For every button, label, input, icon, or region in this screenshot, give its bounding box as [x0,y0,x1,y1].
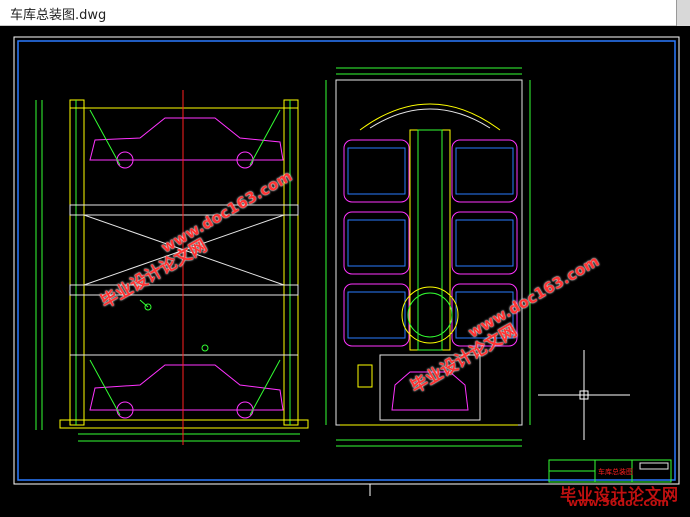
window-title: 车库总装图.dwg [10,8,107,23]
cad-canvas[interactable]: 车库总装图 www.doc163.com 毕业设计论文网 www.doc163.… [0,26,690,513]
watermark-site-url: www.56doc.com [568,496,669,509]
cursor-crosshair [538,350,630,440]
car-upper [89,117,284,161]
scroll-handle[interactable] [676,0,690,26]
window-titlebar: 车库总装图.dwg [0,0,690,26]
car-lower [89,364,284,411]
title-block-name: 车库总装图 [598,467,633,476]
